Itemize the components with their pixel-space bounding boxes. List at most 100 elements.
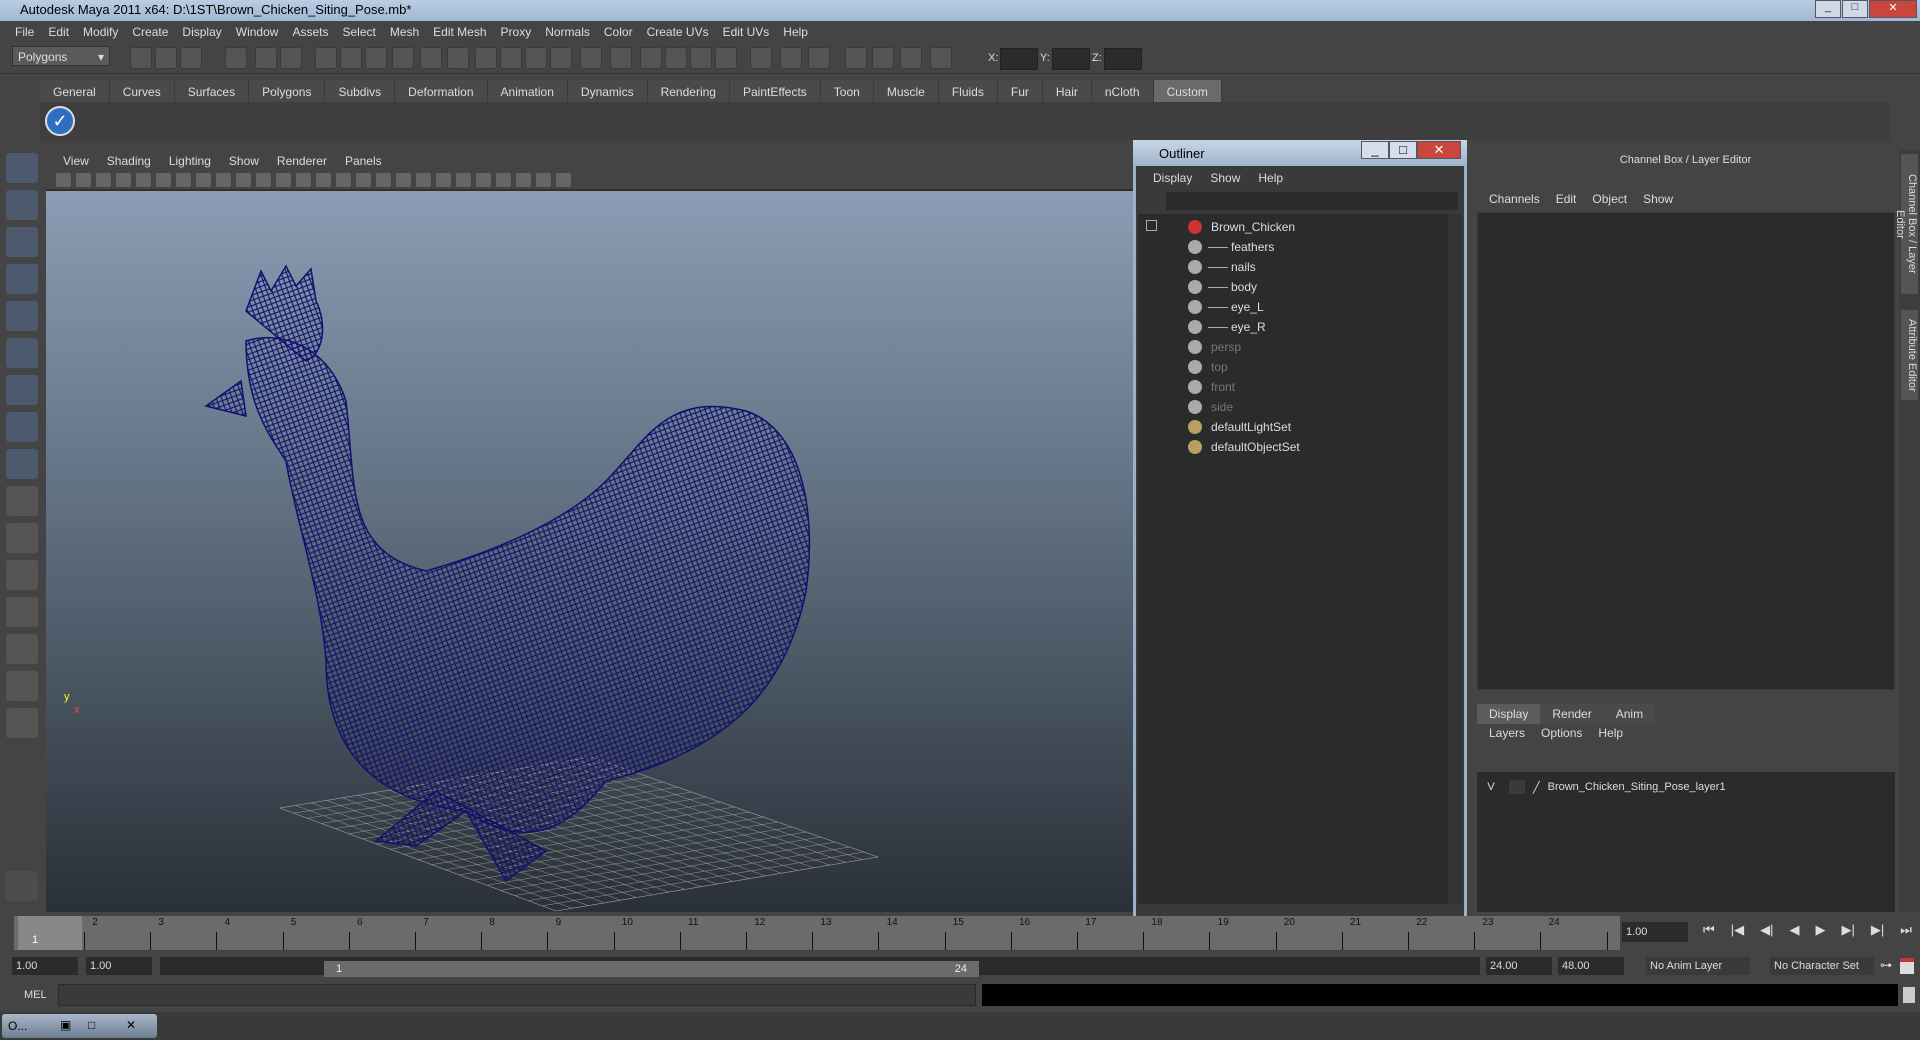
outliner-title-bar[interactable]: Outliner _ □ ✕ <box>1133 140 1467 166</box>
viewport-toolbar-icon[interactable] <box>256 173 271 187</box>
shelf-tab-subdivs[interactable]: Subdivs <box>325 80 396 102</box>
toolbar-button-icon[interactable] <box>780 47 802 69</box>
menu-help[interactable]: Help <box>776 21 815 42</box>
viewport-toolbar-icon[interactable] <box>456 173 471 187</box>
playback-start-field[interactable]: 1.00 <box>86 957 152 975</box>
layer-menu-help[interactable]: Help <box>1590 726 1631 740</box>
viewport-toolbar-icon[interactable] <box>496 173 511 187</box>
toolbar-button-icon[interactable] <box>845 47 867 69</box>
shelf-tab-fluids[interactable]: Fluids <box>938 80 998 102</box>
channel-menu-edit[interactable]: Edit <box>1548 192 1585 206</box>
toolbar-button-icon[interactable] <box>447 47 469 69</box>
step-forward-key-icon[interactable]: ▶| <box>1871 922 1884 944</box>
menu-display[interactable]: Display <box>175 21 228 42</box>
restore-icon[interactable]: ▣ <box>60 1018 71 1032</box>
shelf-tab-animation[interactable]: Animation <box>487 80 568 102</box>
shelf-tab-polygons[interactable]: Polygons <box>249 80 326 102</box>
shelf-tab-ncloth[interactable]: nCloth <box>1091 80 1154 102</box>
start-time-field[interactable]: 1.00 <box>12 957 78 975</box>
z-field[interactable] <box>1104 48 1142 70</box>
toolbar-button-icon[interactable] <box>715 47 737 69</box>
mel-input[interactable] <box>58 984 976 1006</box>
menu-assets[interactable]: Assets <box>285 21 335 42</box>
outliner-item[interactable]: nails <box>1138 258 1438 276</box>
layer-visibility-toggle[interactable]: V <box>1481 781 1501 793</box>
maximize-button[interactable]: □ <box>1842 0 1868 18</box>
viewport-toolbar-icon[interactable] <box>436 173 451 187</box>
menu-normals[interactable]: Normals <box>538 21 597 42</box>
minimized-outliner[interactable]: O... ▣ □ ✕ <box>2 1014 157 1038</box>
toolbar-button-icon[interactable] <box>872 47 894 69</box>
time-slider[interactable]: 1234567891011121314151617181920212223241 <box>14 916 1620 950</box>
toolbar-button-icon[interactable] <box>475 47 497 69</box>
minimize-button[interactable]: _ <box>1815 0 1841 18</box>
toolbar-button-icon[interactable] <box>280 47 302 69</box>
key-icon[interactable]: ⊶ <box>1880 958 1892 972</box>
toolbar-button-icon[interactable] <box>550 47 572 69</box>
viewport-toolbar-icon[interactable] <box>136 173 151 187</box>
viewport-toolbar-icon[interactable] <box>376 173 391 187</box>
layer-row[interactable]: V ╱ Brown_Chicken_Siting_Pose_layer1 <box>1481 778 1891 796</box>
viewport-toolbar-icon[interactable] <box>196 173 211 187</box>
outliner-menu-show[interactable]: Show <box>1201 168 1249 188</box>
range-slider-handle[interactable]: 1 24 <box>324 961 979 977</box>
viewport-menu-show[interactable]: Show <box>220 150 268 170</box>
toolbar-button-icon[interactable] <box>392 47 414 69</box>
toolbar-button-icon[interactable] <box>808 47 830 69</box>
viewport-toolbar-icon[interactable] <box>336 173 351 187</box>
tab-channel-box[interactable]: Channel Box / Layer Editor <box>1894 154 1918 294</box>
toolbar-button-icon[interactable] <box>750 47 772 69</box>
shelf-tab-custom[interactable]: Custom <box>1153 80 1222 102</box>
outliner-item[interactable]: defaultLightSet <box>1138 418 1438 436</box>
y-field[interactable] <box>1052 48 1090 70</box>
viewport-menu-view[interactable]: View <box>54 150 98 170</box>
menu-create-uvs[interactable]: Create UVs <box>640 21 716 42</box>
channel-menu-object[interactable]: Object <box>1584 192 1635 206</box>
tab-attribute-editor[interactable]: Attribute Editor <box>1901 310 1918 400</box>
play-forward-icon[interactable]: ▶ <box>1815 922 1825 944</box>
viewport-toolbar-icon[interactable] <box>536 173 551 187</box>
outliner-layout-icon[interactable] <box>6 597 38 627</box>
viewport-toolbar-icon[interactable] <box>476 173 491 187</box>
shelf-tab-painteffects[interactable]: PaintEffects <box>729 80 821 102</box>
anim-layer-dropdown[interactable]: No Anim Layer <box>1646 957 1750 975</box>
viewport-menu-renderer[interactable]: Renderer <box>268 150 336 170</box>
shelf-tab-dynamics[interactable]: Dynamics <box>567 80 648 102</box>
toolbar-button-icon[interactable] <box>225 47 247 69</box>
toolbar-button-icon[interactable] <box>340 47 362 69</box>
shelf-tab-hair[interactable]: Hair <box>1042 80 1092 102</box>
four-pane-layout-icon[interactable] <box>6 560 38 590</box>
toolbar-button-icon[interactable] <box>420 47 442 69</box>
script-editor-icon[interactable] <box>1903 987 1915 1003</box>
layer-tab-anim[interactable]: Anim <box>1603 704 1656 724</box>
outliner-item[interactable]: persp <box>1138 338 1438 356</box>
lasso-tool-icon[interactable] <box>6 190 38 220</box>
play-backward-icon[interactable]: ◀ <box>1789 922 1799 944</box>
shelf-tab-deformation[interactable]: Deformation <box>395 80 488 102</box>
maximize-icon[interactable]: □ <box>88 1018 95 1032</box>
hypershade-layout-icon[interactable] <box>6 671 38 701</box>
mel-label[interactable]: MEL <box>24 989 47 1001</box>
toolbar-button-icon[interactable] <box>610 47 632 69</box>
viewport-toolbar-icon[interactable] <box>216 173 231 187</box>
toolbar-button-icon[interactable] <box>900 47 922 69</box>
viewport-toolbar-icon[interactable] <box>416 173 431 187</box>
viewport-toolbar-icon[interactable] <box>116 173 131 187</box>
outliner-menu-display[interactable]: Display <box>1144 168 1201 188</box>
shelf-tab-toon[interactable]: Toon <box>820 80 874 102</box>
step-back-icon[interactable]: ◀| <box>1760 922 1773 944</box>
viewport-toolbar-icon[interactable] <box>276 173 291 187</box>
custom-layout-icon[interactable] <box>6 708 38 738</box>
outliner-scrollbar[interactable] <box>1448 214 1462 904</box>
viewport-persp[interactable]: View Shading Lighting Show Renderer Panels y … <box>46 150 1133 912</box>
playback-end-field[interactable]: 24.00 <box>1486 957 1552 975</box>
select-tool-icon[interactable] <box>6 153 38 183</box>
menu-file[interactable]: File <box>8 21 41 42</box>
checkmark-icon[interactable]: ✓ <box>45 106 75 136</box>
toolbar-button-icon[interactable] <box>665 47 687 69</box>
script-icon[interactable] <box>6 871 38 901</box>
move-tool-icon[interactable] <box>6 264 38 294</box>
layer-menu-options[interactable]: Options <box>1533 726 1590 740</box>
toolbar-button-icon[interactable] <box>690 47 712 69</box>
outliner-item[interactable]: eye_R <box>1138 318 1438 336</box>
